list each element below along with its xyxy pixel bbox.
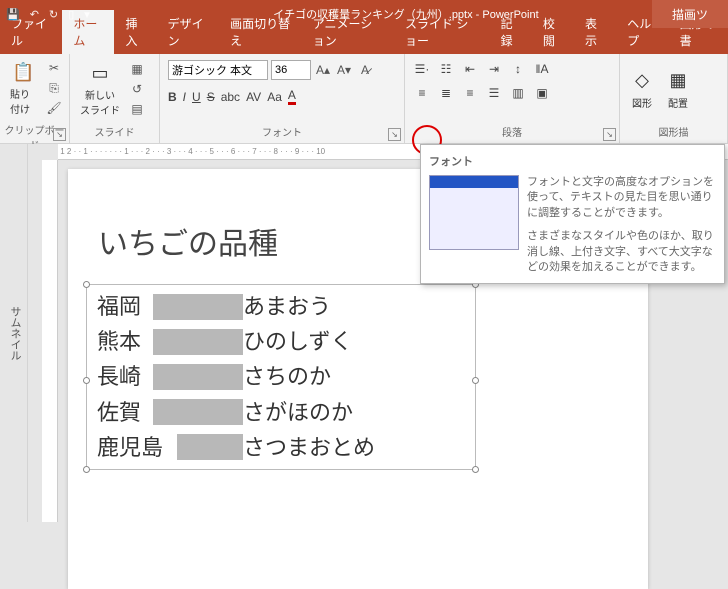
paste-button[interactable]: 📋 貼り付け	[6, 58, 41, 118]
group-label: 図形描	[624, 122, 723, 141]
cut-icon[interactable]: ✂	[45, 59, 63, 77]
group-clipboard: 📋 貼り付け ✂ ⎘ 🖌 クリップボード ↘	[0, 54, 70, 143]
group-shapes: ◇ 図形 ▦ 配置 図形描	[620, 54, 728, 143]
ribbon-tabs: ファイル ホーム 挿入 デザイン 画面切り替え アニメーション スライド ショー…	[0, 28, 728, 54]
content-textbox[interactable]: 福岡あまおう熊本ひのしずく長崎さちのか佐賀さがほのか鹿児島さつまおとめ	[86, 284, 476, 470]
list-item[interactable]: 福岡あまおう	[97, 289, 465, 324]
bullets-icon[interactable]: ☰·	[413, 60, 431, 78]
save-icon[interactable]: 💾	[6, 8, 20, 21]
tooltip-text: フォントと文字の高度なオプションを使って、テキストの見た目を思い通りに調整するこ…	[527, 175, 716, 275]
ribbon: 📋 貼り付け ✂ ⎘ 🖌 クリップボード ↘ ▭ 新しい スライド ▦ ↺ ▤ …	[0, 54, 728, 144]
char-spacing-button[interactable]: AV	[246, 90, 261, 104]
line-spacing-icon[interactable]: ↕	[509, 60, 527, 78]
shadow-button[interactable]: abc	[221, 90, 240, 104]
columns-icon[interactable]: ▥	[509, 84, 527, 102]
numbering-icon[interactable]: ☷	[437, 60, 455, 78]
redo-icon[interactable]: ↻	[49, 8, 58, 21]
group-label: フォント	[164, 122, 400, 141]
new-slide-button[interactable]: ▭ 新しい スライド	[76, 59, 124, 119]
list-item[interactable]: 佐賀さがほのか	[97, 395, 465, 430]
increase-font-icon[interactable]: A▴	[314, 61, 332, 79]
paragraph-launcher[interactable]: ↘	[603, 128, 616, 141]
tab-record[interactable]: 記録	[490, 10, 532, 54]
arrange-icon: ▦	[666, 69, 690, 93]
vertical-ruler	[42, 160, 58, 522]
tab-design[interactable]: デザイン	[157, 10, 219, 54]
clipboard-icon: 📋	[12, 60, 36, 84]
tab-slideshow[interactable]: スライド ショー	[394, 10, 490, 54]
tooltip-title: フォント	[429, 153, 716, 169]
layout-icon[interactable]: ▦	[128, 60, 146, 78]
font-tooltip: フォント フォントと文字の高度なオプションを使って、テキストの見た目を思い通りに…	[420, 144, 725, 284]
group-paragraph: ☰· ☷ ⇤ ⇥ ↕ ‖A ≡ ≣ ≡ ☰ ▥ ▣ 段落 ↘	[405, 54, 620, 143]
start-icon[interactable]: ▯	[68, 8, 74, 21]
tab-view[interactable]: 表示	[574, 10, 616, 54]
tab-insert[interactable]: 挿入	[114, 10, 156, 54]
align-right-icon[interactable]: ≡	[461, 84, 479, 102]
strike-button[interactable]: S	[207, 90, 215, 104]
list-item[interactable]: 長崎さちのか	[97, 359, 465, 394]
new-slide-icon: ▭	[88, 61, 112, 85]
tab-review[interactable]: 校閲	[532, 10, 574, 54]
section-icon[interactable]: ▤	[128, 100, 146, 118]
bold-button[interactable]: B	[168, 90, 177, 104]
smartart-icon[interactable]: ▣	[533, 84, 551, 102]
change-case-button[interactable]: Aa	[267, 90, 282, 104]
thumbnail-panel[interactable]: サムネイル	[0, 144, 28, 522]
indent-increase-icon[interactable]: ⇥	[485, 60, 503, 78]
decrease-font-icon[interactable]: A▾	[335, 61, 353, 79]
shapes-button[interactable]: ◇ 図形	[626, 67, 658, 112]
font-color-button[interactable]: A	[288, 88, 296, 105]
font-name-input[interactable]	[168, 60, 268, 80]
font-launcher[interactable]: ↘	[388, 128, 401, 141]
tooltip-preview-image	[429, 175, 519, 250]
italic-button[interactable]: I	[183, 90, 186, 104]
group-font: A▴ A▾ A̷ B I U S abc AV Aa A フォント ↘	[160, 54, 405, 143]
indent-decrease-icon[interactable]: ⇤	[461, 60, 479, 78]
justify-icon[interactable]: ☰	[485, 84, 503, 102]
text-direction-icon[interactable]: ‖A	[533, 60, 551, 78]
clear-format-icon[interactable]: A̷	[356, 61, 374, 79]
shapes-icon: ◇	[630, 69, 654, 93]
more-icon[interactable]: ▾	[84, 8, 90, 21]
list-item[interactable]: 鹿児島さつまおとめ	[97, 430, 465, 465]
group-label: スライド	[74, 122, 155, 141]
reset-icon[interactable]: ↺	[128, 80, 146, 98]
align-left-icon[interactable]: ≡	[413, 84, 431, 102]
tab-transitions[interactable]: 画面切り替え	[219, 10, 302, 54]
clipboard-launcher[interactable]: ↘	[53, 128, 66, 141]
list-item[interactable]: 熊本ひのしずく	[97, 324, 465, 359]
copy-icon[interactable]: ⎘	[45, 79, 63, 97]
font-size-input[interactable]	[271, 60, 311, 80]
group-label: 段落	[409, 122, 615, 141]
tab-animations[interactable]: アニメーション	[302, 10, 394, 54]
undo-icon[interactable]: ↶	[30, 8, 39, 21]
underline-button[interactable]: U	[192, 90, 201, 104]
format-painter-icon[interactable]: 🖌	[45, 99, 63, 117]
slide-title[interactable]: いちごの品種	[98, 219, 278, 263]
drawing-tools-tab[interactable]: 描画ツ	[652, 0, 728, 28]
arrange-button[interactable]: ▦ 配置	[662, 67, 694, 112]
group-slides: ▭ 新しい スライド ▦ ↺ ▤ スライド	[70, 54, 160, 143]
align-center-icon[interactable]: ≣	[437, 84, 455, 102]
